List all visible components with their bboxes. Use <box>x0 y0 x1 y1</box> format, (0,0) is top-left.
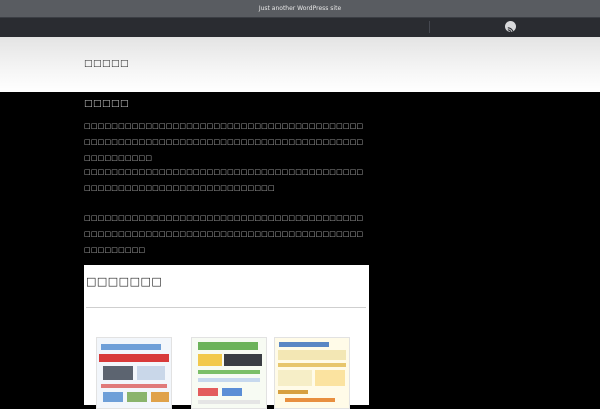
thumbnail-3[interactable] <box>274 337 350 409</box>
page-title: □□□□□ <box>84 99 130 109</box>
gallery-box: □□□□□□□ <box>84 265 369 409</box>
gallery-title: □□□□□□□ <box>86 275 163 288</box>
thumbnail-1[interactable] <box>96 337 172 409</box>
site-tagline-bar: Just another WordPress site <box>0 0 600 17</box>
thumbnail-2[interactable] <box>191 337 267 409</box>
rss-icon-glyph <box>507 27 514 32</box>
paragraph-2: □□□□□□□□□□□□□□□□□□□□□□□□□□□□□□□□□□□□□□□□… <box>84 168 364 192</box>
gallery-divider <box>86 307 366 308</box>
rss-icon[interactable] <box>505 21 516 32</box>
site-tagline: Just another WordPress site <box>258 5 342 12</box>
paragraph-1: □□□□□□□□□□□□□□□□□□□□□□□□□□□□□□□□□□□□□□□□… <box>84 122 364 162</box>
navigation-bar <box>0 17 600 38</box>
site-header: □□□□□ <box>0 37 600 92</box>
paragraph-3: □□□□□□□□□□□□□□□□□□□□□□□□□□□□□□□□□□□□□□□□… <box>84 214 364 254</box>
site-title-link[interactable]: □□□□□ <box>84 59 129 69</box>
nav-divider <box>429 21 430 33</box>
